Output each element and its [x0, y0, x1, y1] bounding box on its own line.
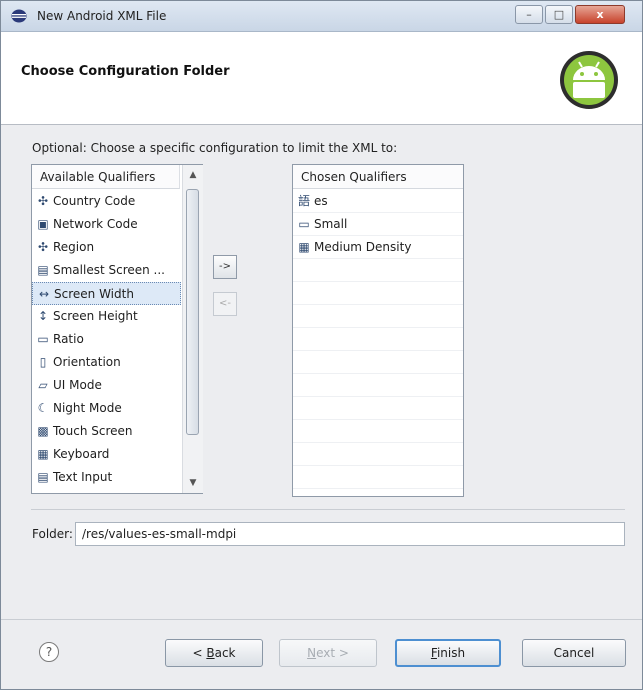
next-button[interactable]: Next > — [279, 639, 377, 667]
finish-button[interactable]: Finish — [395, 639, 501, 667]
scrollbar-thumb[interactable] — [186, 189, 199, 435]
qualifier-row[interactable]: ☾ Night Mode — [32, 397, 181, 420]
density-icon: ▦ — [298, 240, 310, 254]
qualifier-row[interactable]: ✣ Region — [32, 236, 181, 259]
finish-label: inish — [436, 646, 466, 660]
orientation-icon: ▯ — [39, 355, 47, 369]
separator — [31, 509, 625, 510]
vertical-scrollbar[interactable]: ▲ ▼ — [182, 165, 203, 493]
qualifier-row[interactable]: ▭ Ratio — [32, 328, 181, 351]
back-mnemonic: B — [206, 646, 215, 660]
folder-input[interactable]: /res/values-es-small-mdpi — [75, 522, 625, 546]
instruction-text: Optional: Choose a specific configuratio… — [32, 141, 398, 155]
empty-row — [293, 305, 463, 328]
help-icon[interactable]: ? — [39, 642, 59, 662]
empty-row — [293, 420, 463, 443]
qualifier-row[interactable]: ▣ Network Code — [32, 213, 181, 236]
minimize-button[interactable]: – — [515, 5, 543, 24]
qualifier-row[interactable]: ▤ Smallest Screen ... — [32, 259, 181, 282]
empty-row — [293, 282, 463, 305]
wizard-header: Choose Configuration Folder — [1, 32, 642, 125]
next-mnemonic: N — [307, 646, 317, 660]
screen-width-icon: ↔ — [38, 287, 50, 301]
chosen-qualifiers-header[interactable]: Chosen Qualifiers — [293, 165, 463, 189]
qualifier-label: UI Mode — [53, 378, 102, 392]
qualifier-row[interactable]: ▭ Small — [293, 213, 463, 236]
page-title: Choose Configuration Folder — [21, 64, 230, 79]
android-robot-icon — [560, 51, 618, 109]
text-input-icon: ▤ — [37, 470, 49, 484]
qualifier-row[interactable]: ▱ UI Mode — [32, 374, 181, 397]
qualifier-row[interactable]: ↔ Screen Width — [32, 282, 181, 305]
empty-row — [293, 328, 463, 351]
touch-screen-icon: ▩ — [37, 424, 49, 438]
qualifier-row[interactable]: ↕ Screen Height — [32, 305, 181, 328]
qualifier-label: Small — [314, 217, 348, 231]
screen-size-icon: ▭ — [298, 217, 310, 231]
qualifier-label: Country Code — [53, 194, 136, 208]
qualifier-row[interactable]: ▦ Keyboard — [32, 443, 181, 466]
scroll-up-icon[interactable]: ▲ — [183, 167, 203, 183]
qualifier-label: Region — [53, 240, 95, 254]
qualifier-label: Medium Density — [314, 240, 412, 254]
keyboard-icon: ▦ — [37, 447, 49, 461]
back-prefix: < — [192, 646, 207, 660]
empty-row — [293, 397, 463, 420]
qualifier-row[interactable]: ▤ Text Input — [32, 466, 181, 489]
back-label: ack — [214, 646, 236, 660]
empty-row — [293, 443, 463, 466]
ratio-icon: ▭ — [37, 332, 49, 346]
title-bar[interactable]: New Android XML File – □ x — [1, 1, 642, 32]
maximize-button[interactable]: □ — [545, 5, 573, 24]
qualifier-label: es — [314, 194, 328, 208]
remove-qualifier-button[interactable]: <- — [213, 292, 237, 316]
available-qualifiers-header[interactable]: Available Qualifiers — [32, 165, 180, 189]
window-title: New Android XML File — [37, 9, 167, 23]
qualifier-label: Orientation — [53, 355, 121, 369]
folder-label: Folder: — [32, 527, 73, 541]
available-qualifiers-rows: ✣ Country Code ▣ Network Code ✣ Region ▤ Smalle… — [32, 190, 181, 489]
qualifier-row[interactable]: 語 es — [293, 190, 463, 213]
chosen-qualifiers-list[interactable]: Chosen Qualifiers 語 es ▭ Small ▦ Medium Densi… — [292, 164, 464, 497]
back-button[interactable]: < Back — [165, 639, 263, 667]
available-qualifiers-list[interactable]: Available Qualifiers ✣ Country Code ▣ Netwo… — [31, 164, 203, 494]
screen-height-icon: ↕ — [37, 309, 49, 323]
smallest-screen-icon: ▤ — [37, 263, 49, 277]
next-label: ext > — [316, 646, 349, 660]
qualifier-label: Keyboard — [53, 447, 110, 461]
language-icon: 語 — [297, 194, 310, 208]
network-code-icon: ▣ — [37, 217, 49, 231]
qualifier-label: Network Code — [53, 217, 138, 231]
region-icon: ✣ — [37, 240, 49, 254]
button-bar-separator — [1, 619, 642, 620]
chosen-qualifiers-rows: 語 es ▭ Small ▦ Medium Density — [293, 190, 463, 489]
qualifier-row[interactable]: ▦ Medium Density — [293, 236, 463, 259]
ui-mode-icon: ▱ — [38, 378, 48, 392]
qualifier-label: Smallest Screen ... — [53, 263, 165, 277]
eclipse-icon — [11, 9, 27, 23]
qualifier-label: Touch Screen — [53, 424, 133, 438]
cancel-button[interactable]: Cancel — [522, 639, 626, 667]
empty-row — [293, 351, 463, 374]
qualifier-label: Night Mode — [53, 401, 122, 415]
add-qualifier-button[interactable]: -> — [213, 255, 237, 279]
qualifier-row[interactable]: ✣ Country Code — [32, 190, 181, 213]
qualifier-label: Screen Width — [54, 287, 134, 301]
qualifier-label: Ratio — [53, 332, 84, 346]
scroll-down-icon[interactable]: ▼ — [183, 475, 203, 491]
night-mode-icon: ☾ — [37, 401, 49, 415]
qualifier-row[interactable]: ▯ Orientation — [32, 351, 181, 374]
qualifier-row[interactable]: ▩ Touch Screen — [32, 420, 181, 443]
close-button[interactable]: x — [575, 5, 625, 24]
dialog-window: New Android XML File – □ x Choose Config… — [0, 0, 643, 690]
country-code-icon: ✣ — [37, 194, 49, 208]
empty-row — [293, 259, 463, 282]
qualifier-label: Text Input — [53, 470, 113, 484]
empty-row — [293, 374, 463, 397]
empty-row — [293, 466, 463, 489]
qualifier-label: Screen Height — [53, 309, 138, 323]
